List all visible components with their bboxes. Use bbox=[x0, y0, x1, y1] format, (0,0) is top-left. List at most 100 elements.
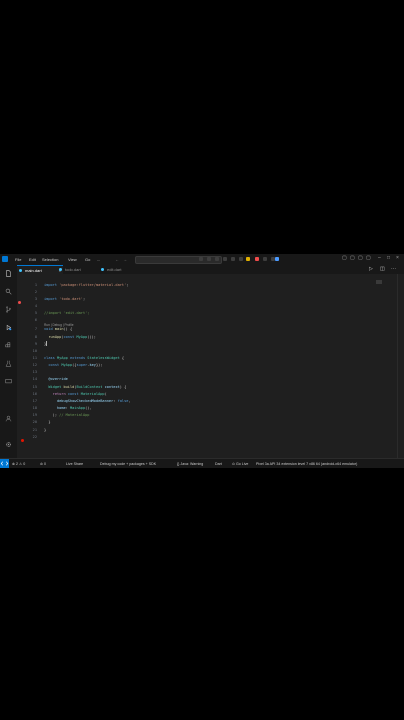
line-number: 20 bbox=[32, 420, 37, 425]
lightning-icon[interactable] bbox=[246, 257, 250, 261]
line-number: 13 bbox=[32, 370, 37, 375]
code-line[interactable]: return const MaterialApp( bbox=[44, 392, 107, 396]
line-number: 6 bbox=[34, 318, 37, 323]
code-token: StatelessWidget bbox=[87, 356, 120, 360]
java-status[interactable]: {} Java: Warning bbox=[177, 462, 203, 466]
code-token: MyApp bbox=[56, 356, 70, 360]
tab-todo-dart[interactable]: todo.dart bbox=[57, 265, 103, 274]
source-control-icon[interactable] bbox=[5, 306, 12, 313]
hot-reload-icon[interactable] bbox=[239, 257, 243, 261]
code-token: const bbox=[67, 391, 81, 396]
nav-back-icon[interactable]: ← bbox=[115, 257, 119, 262]
code-line[interactable]: import 'package:flutter/material.dart'; bbox=[44, 283, 128, 287]
settings-gear-icon[interactable] bbox=[5, 441, 12, 448]
menu-more[interactable]: ... bbox=[97, 257, 100, 262]
code-line[interactable]: } bbox=[44, 428, 46, 432]
live-share-button[interactable]: Live Share bbox=[66, 462, 83, 466]
code-editor[interactable]: 1 2 3 4 5 6 7 8 9 10 11 12 13 14 15 16 17 18 19 20 21 22 impo… bbox=[17, 274, 404, 458]
explorer-icon[interactable] bbox=[5, 270, 12, 277]
menu-go[interactable]: Go bbox=[85, 257, 90, 262]
inspect-widget-icon[interactable] bbox=[275, 257, 279, 261]
layout-sidebar-icon[interactable]: ▢ bbox=[342, 256, 347, 261]
code-token: () { bbox=[63, 327, 73, 332]
code-line[interactable]: import 'todo.dart'; bbox=[44, 297, 85, 301]
code-token: { bbox=[119, 356, 125, 360]
vscode-logo-icon bbox=[2, 256, 8, 262]
split-editor-icon[interactable]: ◫ bbox=[380, 266, 385, 272]
code-line[interactable]: debugShowCheckedModeBanner: false, bbox=[44, 399, 131, 403]
breakpoint-icon[interactable] bbox=[21, 439, 24, 442]
debug-stop-icon[interactable] bbox=[255, 257, 259, 261]
line-number: 18 bbox=[32, 406, 37, 411]
line-number: 10 bbox=[32, 348, 37, 353]
debug-step-out-icon[interactable] bbox=[223, 257, 227, 261]
line-number: 9 bbox=[34, 341, 37, 346]
layout-secondary-icon[interactable]: ▢ bbox=[358, 256, 363, 261]
codelens-run-debug[interactable]: Run | Debug | Profile bbox=[44, 323, 73, 327]
more-actions-icon[interactable]: ··· bbox=[391, 266, 396, 272]
nav-forward-icon[interactable]: → bbox=[123, 257, 127, 262]
maximize-icon[interactable]: □ bbox=[387, 256, 392, 261]
code-line[interactable]: @override bbox=[44, 377, 67, 381]
account-icon[interactable] bbox=[5, 415, 12, 422]
menu-selection[interactable]: Selection bbox=[42, 257, 58, 262]
debug-marker-icon bbox=[18, 301, 21, 304]
code-line[interactable]: //import 'edit.dart'; bbox=[44, 311, 89, 315]
code-token: ; bbox=[126, 282, 129, 287]
menu-view[interactable]: View bbox=[68, 257, 77, 262]
remote-explorer-icon[interactable] bbox=[5, 378, 12, 385]
code-line[interactable]: const MyApp({super.key}); bbox=[44, 363, 102, 367]
extensions-icon[interactable] bbox=[5, 342, 12, 349]
line-number: 15 bbox=[32, 384, 37, 389]
run-debug-icon[interactable] bbox=[5, 324, 12, 331]
layout-panel-icon[interactable]: ▢ bbox=[350, 256, 355, 261]
line-number: 8 bbox=[34, 334, 37, 339]
debug-restart-icon[interactable] bbox=[231, 257, 235, 261]
device-selector[interactable]: Pixel 3a API 34 extension level 7 x86 64… bbox=[256, 462, 357, 466]
go-live-button[interactable]: ⊙ Go Live bbox=[232, 462, 248, 466]
code-token: Widget bbox=[48, 384, 64, 389]
debug-config-button[interactable]: Debug my code + packages + SDK bbox=[100, 462, 156, 466]
search-icon[interactable] bbox=[5, 288, 12, 295]
dart-file-icon bbox=[101, 268, 104, 271]
code-token: ); bbox=[44, 413, 60, 418]
remote-indicator[interactable] bbox=[0, 459, 9, 468]
menu-file[interactable]: File bbox=[15, 257, 21, 262]
code-line[interactable]: class MyApp extends StatelessWidget { bbox=[44, 356, 124, 360]
debug-pause-icon[interactable] bbox=[199, 257, 203, 261]
tab-label: main.dart bbox=[25, 268, 42, 273]
problems-indicator[interactable]: ⊗ 2 ⚠ 0 bbox=[12, 462, 25, 466]
code-line[interactable]: void main() { bbox=[44, 327, 72, 331]
line-number: 7 bbox=[34, 327, 37, 332]
run-file-icon[interactable]: ▷ bbox=[369, 266, 373, 272]
debug-step-over-icon[interactable] bbox=[207, 257, 211, 261]
testing-icon[interactable] bbox=[5, 360, 12, 367]
code-line[interactable]: ); // MaterialApp bbox=[44, 413, 90, 418]
vertical-scrollbar[interactable] bbox=[397, 274, 404, 458]
line-number: 4 bbox=[34, 303, 37, 308]
code-line[interactable]: runApp(const MyApp()); bbox=[44, 335, 96, 339]
tab-edit-dart[interactable]: edit.dart bbox=[99, 265, 145, 274]
minimap[interactable] bbox=[376, 280, 382, 284]
debug-step-into-icon[interactable] bbox=[215, 257, 219, 261]
code-token: ; bbox=[82, 296, 86, 301]
code-line[interactable]: } bbox=[44, 420, 50, 424]
status-bar: ⊗ 2 ⚠ 0 ⊘ 0 Live Share Debug my code + p… bbox=[0, 458, 404, 468]
code-token: context bbox=[104, 384, 120, 389]
line-number: 3 bbox=[34, 296, 37, 301]
code-token: MainApp bbox=[69, 406, 86, 411]
dart-status[interactable]: Dart bbox=[215, 462, 222, 466]
menu-edit[interactable]: Edit bbox=[29, 257, 36, 262]
code-token: import bbox=[44, 282, 60, 287]
code-token: BuildContext bbox=[76, 384, 105, 389]
line-number: 16 bbox=[32, 391, 37, 396]
close-window-icon[interactable]: × bbox=[396, 256, 401, 261]
code-token: 'package:flutter/material.dart' bbox=[59, 282, 127, 287]
customize-layout-icon[interactable]: ▢ bbox=[366, 256, 371, 261]
ports-indicator[interactable]: ⊘ 0 bbox=[40, 462, 46, 466]
code-line[interactable]: home: MainApp(), bbox=[44, 406, 92, 410]
minimize-icon[interactable]: – bbox=[378, 256, 383, 261]
code-line[interactable]: Widget build(BuildContext context) { bbox=[44, 385, 126, 389]
debug-disconnect-icon[interactable] bbox=[263, 257, 267, 261]
